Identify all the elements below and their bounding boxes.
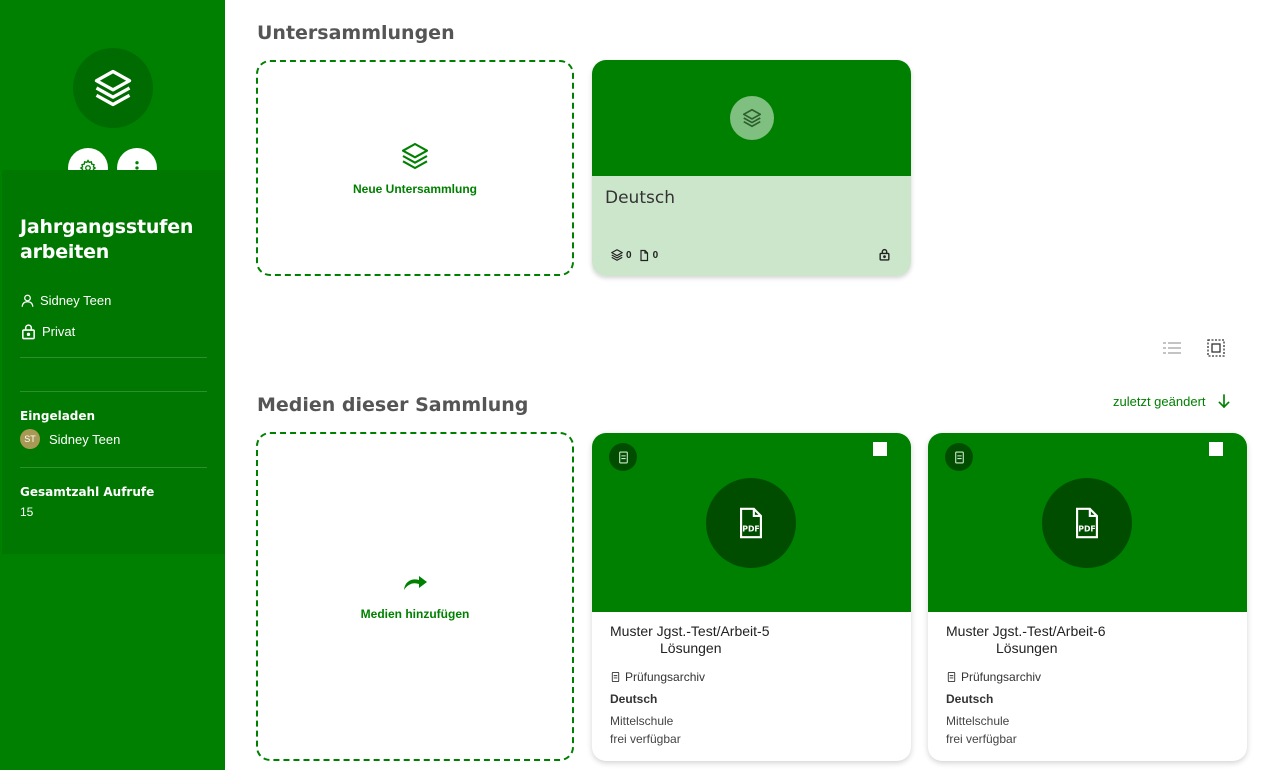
list-view-icon[interactable] [1162,340,1182,356]
sort-dropdown[interactable]: zuletzt geändert [1113,393,1232,409]
subcollection-card-header [592,60,911,176]
archive-label: Prüfungsarchiv [625,670,706,684]
archive-icon [611,671,620,683]
subcollection-card[interactable]: Deutsch 0 0 [592,60,911,276]
file-type-label: PDF [742,525,759,534]
media-title-line1: Muster Jgst.-Test/Arbeit-6 [946,623,1106,639]
media-card-header: PDF [928,433,1247,612]
pdf-file-icon: PDF [740,507,762,539]
add-media-label: Medien hinzufügen [360,606,470,621]
pdf-thumbnail: PDF [1042,478,1132,568]
archive-row: Prüfungsarchiv [946,670,1229,684]
media-meta: Mittelschule frei verfügbar [946,712,1229,748]
collection-logo [73,48,153,128]
media-subject: Deutsch [946,692,994,706]
file-icon [639,249,648,261]
select-checkbox[interactable] [1209,442,1223,456]
invited-user[interactable]: ST Sidney Teen [20,429,207,449]
layers-icon [401,142,429,170]
owner-row: Sidney Teen [20,293,207,308]
license-label: frei verfügbar [610,732,681,746]
media-heading: Medien dieser Sammlung [257,394,529,416]
media-title: Muster Jgst.-Test/Arbeit-6 Lösungen [946,623,1229,657]
visibility-row: Privat [20,323,207,340]
user-icon [21,294,34,307]
file-type-label: PDF [1078,525,1095,534]
grid-view-icon[interactable] [1207,339,1225,357]
subcollection-card-body: Deutsch 0 0 [592,176,911,276]
layers-icon [611,249,623,261]
subcollection-name: Deutsch [605,188,675,208]
archive-icon [618,451,628,463]
new-subcollection-card[interactable]: Neue Untersammlung [256,60,574,276]
divider [20,357,207,358]
owner-name: Sidney Teen [40,293,112,308]
divider [20,391,207,392]
media-title-line2: Lösungen [660,640,722,656]
add-media-card[interactable]: Medien hinzufügen [256,432,574,761]
media-card-body: Muster Jgst.-Test/Arbeit-6 Lösungen Prüf… [928,612,1247,759]
subcollection-stats: 0 0 [610,248,658,262]
archive-type-badge [609,443,637,471]
sidebar: Jahrgangsstufen arbeiten Sidney Teen Pri… [0,0,225,770]
media-card[interactable]: PDF Muster Jgst.-Test/Arbeit-6 Lösungen … [928,433,1247,761]
media-card[interactable]: PDF Muster Jgst.-Test/Arbeit-5 Lösungen … [592,433,911,761]
archive-row: Prüfungsarchiv [610,670,893,684]
media-meta: Mittelschule frei verfügbar [610,712,893,748]
avatar: ST [20,429,40,449]
collection-info: Jahrgangsstufen arbeiten Sidney Teen Pri… [2,170,225,554]
archive-label: Prüfungsarchiv [961,670,1042,684]
divider [20,467,207,468]
media-title-line2: Lösungen [996,640,1058,656]
layers-icon [94,69,132,107]
license-label: frei verfügbar [946,732,1017,746]
lock-icon [879,248,890,261]
sidebar-header [0,0,225,188]
redo-arrow-icon [404,575,427,590]
new-subcollection-label: Neue Untersammlung [352,182,478,196]
pdf-thumbnail: PDF [706,478,796,568]
arrow-down-icon [1218,394,1230,409]
views-count: 15 [20,505,34,519]
collection-title: Jahrgangsstufen arbeiten [20,216,194,263]
subcollection-count: 0 [626,249,632,261]
invited-user-name: Sidney Teen [49,431,121,447]
subcollections-heading: Untersammlungen [257,22,455,44]
archive-icon [954,451,964,463]
pdf-file-icon: PDF [1076,507,1098,539]
media-title-line1: Muster Jgst.-Test/Arbeit-5 [610,623,770,639]
sort-label: zuletzt geändert [1113,393,1206,409]
media-card-header: PDF [592,433,911,612]
invited-label: Eingeladen [20,409,96,423]
lock-icon [22,324,35,340]
media-title: Muster Jgst.-Test/Arbeit-5 Lösungen [610,623,893,657]
layers-icon [742,108,761,128]
visibility-label: Privat [42,324,76,339]
media-subject: Deutsch [610,692,658,706]
views-label: Gesamtzahl Aufrufe [20,485,155,499]
media-card-body: Muster Jgst.-Test/Arbeit-5 Lösungen Prüf… [592,612,911,759]
school-type: Mittelschule [610,714,674,728]
school-type: Mittelschule [946,714,1010,728]
subcollection-icon [729,96,774,140]
media-count: 0 [652,249,659,261]
archive-icon [947,671,956,683]
archive-type-badge [945,443,973,471]
select-checkbox[interactable] [873,442,887,456]
